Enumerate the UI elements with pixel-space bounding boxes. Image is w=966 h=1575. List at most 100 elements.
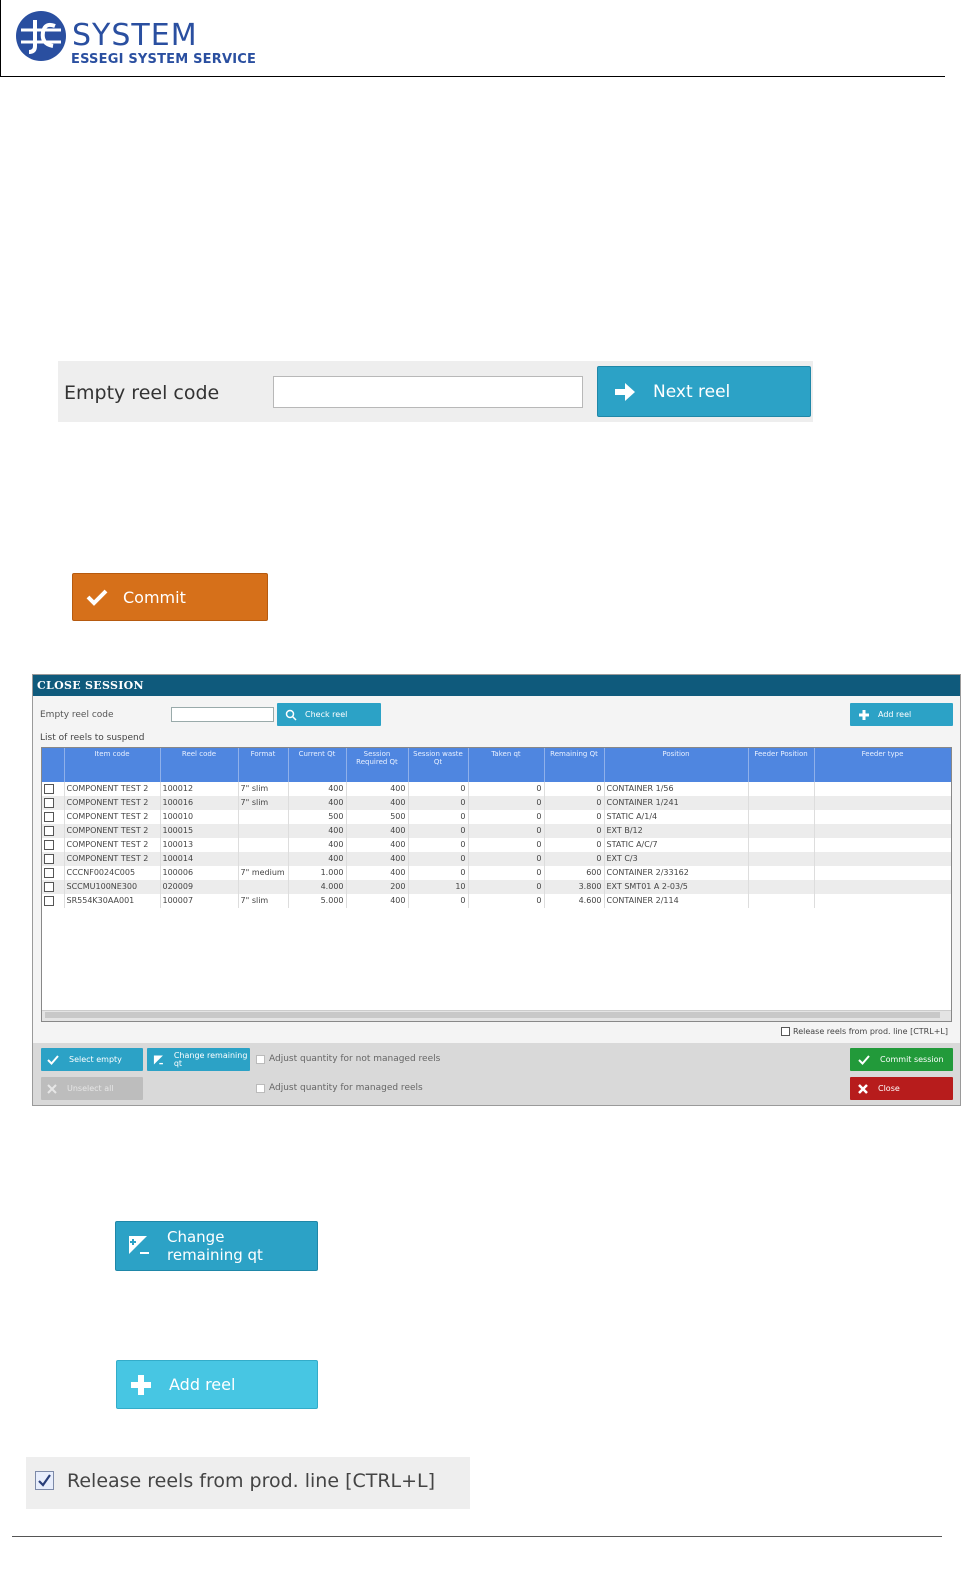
row-checkbox-cell[interactable] [42,880,65,894]
table-cell: 0 [468,824,545,838]
table-row[interactable]: CCCNF0024C005 100006 7" medium 1.000 400 0 0 60… [42,866,951,880]
dialog-change-remaining-button[interactable]: Change remaining qt [147,1048,250,1071]
row-checkbox[interactable] [44,811,54,822]
table-cell: 7" slim [238,782,289,796]
table-cell: 7" slim [238,796,289,810]
edit-quantity-icon [129,1236,149,1254]
dialog-empty-reel-input[interactable] [171,707,274,722]
table-cell: 100014 [160,852,239,866]
column-header[interactable]: Reel code [160,748,239,782]
table-cell: 3.800 [544,880,605,894]
row-checkbox[interactable] [44,895,54,906]
empty-reel-input[interactable] [273,376,583,408]
dialog-title: CLOSE SESSION [33,675,960,696]
dialog-add-reel-button[interactable]: Add reel [850,703,953,726]
column-header[interactable]: Format [238,748,289,782]
row-checkbox[interactable] [44,797,54,808]
row-checkbox-cell[interactable] [42,866,65,880]
row-checkbox[interactable] [44,783,54,794]
next-reel-label: Next reel [653,381,731,402]
table-cell: 0 [408,866,469,880]
table-header-row: Item code Reel code Format Current Qt Se… [42,748,951,782]
release-reels-checkbox[interactable] [35,1471,54,1490]
scrollbar-thumb[interactable] [45,1012,940,1018]
check-reel-button[interactable]: Check reel [277,703,381,726]
table-cell: SCCMU100NE300 [64,880,161,894]
commit-session-label: Commit session [880,1055,944,1064]
adjust-managed-label: Adjust quantity for managed reels [269,1083,423,1093]
table-cell [748,852,815,866]
close-button[interactable]: Close [850,1077,953,1100]
table-cell: 500 [346,810,409,824]
row-checkbox-cell[interactable] [42,894,65,908]
column-header[interactable]: Session Required Qt [346,748,409,782]
table-cell: STATIC A/C/7 [604,838,749,852]
table-cell [238,838,289,852]
add-reel-label: Add reel [169,1375,236,1394]
column-header[interactable]: Session waste Qt [408,748,469,782]
row-checkbox-cell[interactable] [42,810,65,824]
add-reel-button[interactable]: Add reel [116,1360,318,1409]
row-checkbox-cell[interactable] [42,782,65,796]
adjust-managed-checkbox[interactable]: Adjust quantity for managed reels [256,1083,423,1093]
table-row[interactable]: COMPONENT TEST 2 100014 400 400 0 0 0 EXT C/3 [42,852,951,866]
table-cell: 400 [346,782,409,796]
table-cell: 0 [468,852,545,866]
table-row[interactable]: COMPONENT TEST 2 100016 7" slim 400 400 0 0 0 CO… [42,796,951,810]
table-cell [814,810,951,824]
commit-session-button[interactable]: Commit session [850,1048,953,1071]
row-checkbox[interactable] [44,839,54,850]
table-cell: 400 [346,824,409,838]
table-cell: 7" slim [238,894,289,908]
table-cell: 400 [346,894,409,908]
row-checkbox-cell[interactable] [42,852,65,866]
table-row[interactable]: COMPONENT TEST 2 100010 500 500 0 0 0 STATIC A/… [42,810,951,824]
row-checkbox[interactable] [44,881,54,892]
checkbox[interactable] [781,1027,790,1036]
column-header[interactable]: Feeder type [814,748,951,782]
unselect-all-button[interactable]: Unselect all [41,1077,143,1100]
checkbox[interactable] [256,1083,265,1093]
table-cell [814,866,951,880]
logo-mark-icon [16,11,66,61]
column-header[interactable]: Taken qt [468,748,545,782]
row-checkbox[interactable] [44,853,54,864]
table-cell: 1.000 [288,866,347,880]
close-icon [47,1083,57,1094]
table-cell: STATIC A/1/4 [604,810,749,824]
row-checkbox-cell[interactable] [42,838,65,852]
column-header[interactable]: Feeder Position [748,748,815,782]
row-checkbox-cell[interactable] [42,796,65,810]
column-header[interactable]: Remaining Qt [544,748,605,782]
table-cell [748,880,815,894]
dialog-release-checkbox[interactable]: Release reels from prod. line [CTRL+L] [781,1027,948,1036]
table-cell: CONTAINER 1/241 [604,796,749,810]
column-header[interactable]: Current Qt [288,748,347,782]
checkbox[interactable] [256,1054,265,1064]
column-header[interactable]: Position [604,748,749,782]
column-header[interactable]: Item code [64,748,161,782]
logo-wordmark: SYSTEM [72,18,198,53]
table-row[interactable]: SR554K30AA001 100007 7" slim 5.000 400 0 0 4.60… [42,894,951,908]
adjust-not-managed-checkbox[interactable]: Adjust quantity for not managed reels [256,1054,440,1064]
table-row[interactable]: COMPONENT TEST 2 100013 400 400 0 0 0 STATIC A/… [42,838,951,852]
table-row[interactable]: SCCMU100NE300 020009 4.000 200 10 0 3.800 EXT S… [42,880,951,894]
row-checkbox-cell[interactable] [42,824,65,838]
table-cell: 500 [288,810,347,824]
table-row[interactable]: COMPONENT TEST 2 100015 400 400 0 0 0 EXT B/12 [42,824,951,838]
row-checkbox[interactable] [44,825,54,836]
select-empty-button[interactable]: Select empty [41,1048,143,1071]
row-checkbox[interactable] [44,867,54,878]
table-cell: CONTAINER 2/114 [604,894,749,908]
release-reels-label: Release reels from prod. line [CTRL+L] [67,1470,436,1492]
empty-reel-label: Empty reel code [64,382,220,404]
table-cell: SR554K30AA001 [64,894,161,908]
change-remaining-button[interactable]: Change remaining qt [115,1221,318,1271]
table-cell: CONTAINER 1/56 [604,782,749,796]
table-cell: 100013 [160,838,239,852]
next-reel-button[interactable]: Next reel [597,366,811,417]
table-row[interactable]: COMPONENT TEST 2 100012 7" slim 400 400 0 0 0 CO… [42,782,951,796]
table-cell: 0 [408,796,469,810]
commit-button[interactable]: Commit [72,573,268,621]
table-cell: EXT C/3 [604,852,749,866]
